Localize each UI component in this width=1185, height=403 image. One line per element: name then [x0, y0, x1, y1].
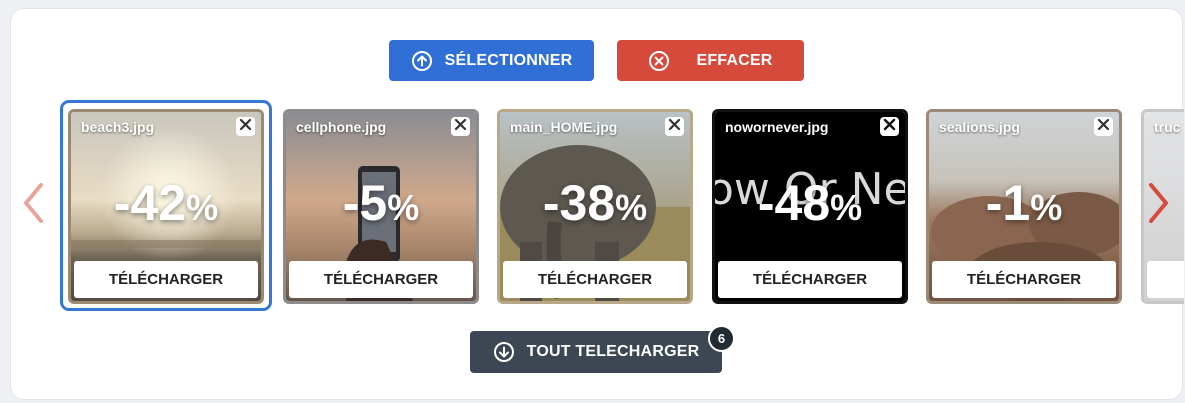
saving-percent: -38% — [542, 175, 648, 231]
remove-file-button[interactable] — [665, 117, 684, 136]
download-button[interactable]: TÉLÉCHARGER — [932, 261, 1116, 298]
remove-file-button[interactable] — [451, 117, 470, 136]
saving-percent: -48% — [757, 175, 863, 231]
clear-button[interactable]: EFFACER — [617, 40, 804, 81]
download-button[interactable]: TÉLÉCHARGER — [74, 261, 258, 298]
file-card[interactable]: sealions.jpg -1% TÉLÉCHARGER — [926, 109, 1122, 304]
file-card[interactable]: ow Or Neve nowornever.jpg -48% TÉLÉCHARG… — [712, 109, 908, 304]
saving-percent: -1% — [985, 175, 1063, 231]
file-card[interactable]: beach3.jpg -42% TÉLÉCHARGER — [68, 109, 264, 304]
carousel-next-button[interactable] — [1146, 182, 1172, 228]
saving-percent: -5% — [342, 175, 420, 231]
close-icon — [454, 118, 467, 136]
chevron-left-icon — [21, 181, 45, 230]
select-files-label: SÉLECTIONNER — [444, 51, 573, 69]
download-button[interactable] — [1147, 261, 1184, 298]
file-card[interactable]: main_HOME.jpg -38% TÉLÉCHARGER — [497, 109, 693, 304]
download-button[interactable]: TÉLÉCHARGER — [503, 261, 687, 298]
close-icon — [1097, 118, 1110, 136]
close-icon — [239, 118, 252, 136]
download-circle-icon — [493, 341, 515, 363]
download-button[interactable]: TÉLÉCHARGER — [289, 261, 473, 298]
file-name: main_HOME.jpg — [510, 119, 618, 135]
download-button[interactable]: TÉLÉCHARGER — [718, 261, 902, 298]
file-card[interactable]: cellphone.jpg -5% TÉLÉCHARGER — [283, 109, 479, 304]
file-carousel: beach3.jpg -42% TÉLÉCHARGER cellphone.jp… — [60, 100, 1184, 315]
clear-label: EFFACER — [696, 51, 773, 69]
close-icon — [883, 118, 896, 136]
file-name: beach3.jpg — [81, 119, 155, 135]
select-files-button[interactable]: SÉLECTIONNER — [389, 40, 594, 81]
saving-percent: -42% — [113, 175, 219, 231]
file-name: cellphone.jpg — [296, 119, 387, 135]
remove-file-button[interactable] — [236, 117, 255, 136]
download-all-label: TOUT TELECHARGER — [526, 343, 700, 360]
carousel-prev-button[interactable] — [20, 182, 46, 228]
remove-file-button[interactable] — [1094, 117, 1113, 136]
file-name: nowornever.jpg — [725, 119, 829, 135]
file-name: truc — [1154, 119, 1181, 135]
x-circle-icon — [648, 50, 670, 72]
file-count-badge: 6 — [708, 325, 735, 352]
chevron-right-icon — [1147, 181, 1171, 230]
remove-file-button[interactable] — [880, 117, 899, 136]
file-name: sealions.jpg — [939, 119, 1020, 135]
close-icon — [668, 118, 681, 136]
upload-circle-icon — [411, 50, 433, 72]
download-all-button[interactable]: TOUT TELECHARGER — [470, 331, 722, 373]
